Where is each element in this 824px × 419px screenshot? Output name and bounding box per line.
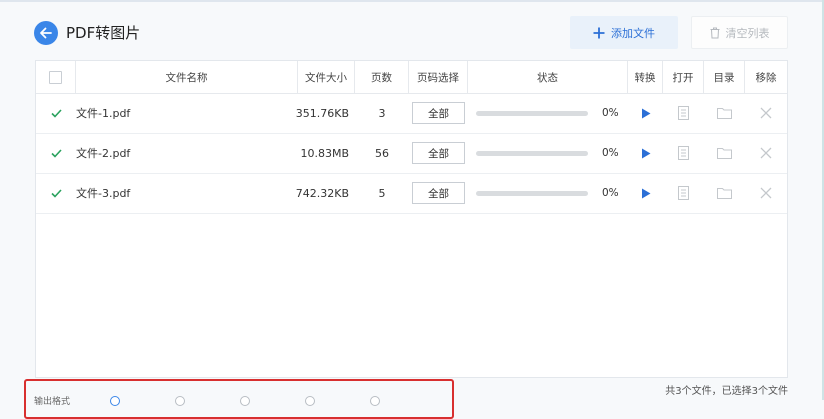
- table-row: 文件-3.pdf 742.32KB 5 全部 0%: [36, 173, 787, 214]
- trash-icon: [710, 27, 719, 38]
- progress-percent: 0%: [602, 187, 619, 199]
- play-icon[interactable]: [641, 188, 651, 199]
- checkmark-icon: [50, 108, 62, 118]
- format-radio-1[interactable]: [110, 396, 120, 406]
- progress-bar: [476, 150, 588, 156]
- progress-percent: 0%: [602, 107, 619, 119]
- table-header: 文件名称 文件大小 页数 页码选择 状态 转换 打开 目录 移除: [36, 61, 787, 94]
- row-checkbox[interactable]: [50, 108, 62, 119]
- format-radio-3[interactable]: [240, 396, 250, 406]
- close-icon[interactable]: [760, 187, 772, 199]
- folder-icon[interactable]: [717, 107, 732, 119]
- file-size: 742.32KB: [295, 186, 349, 200]
- row-checkbox[interactable]: [50, 188, 62, 199]
- col-size: 文件大小: [298, 61, 355, 93]
- table-row: 文件-1.pdf 351.76KB 3 全部 0%: [36, 93, 787, 134]
- col-open: 打开: [663, 61, 704, 93]
- folder-icon[interactable]: [717, 187, 732, 199]
- col-pages: 页数: [355, 61, 409, 93]
- document-icon[interactable]: [678, 146, 689, 160]
- output-format-highlight: [24, 379, 454, 419]
- clear-list-label: 清空列表: [725, 26, 770, 40]
- plus-icon: [593, 27, 605, 38]
- page-select-button[interactable]: 全部: [412, 102, 465, 124]
- clear-list-button[interactable]: 清空列表: [691, 16, 788, 49]
- file-name: 文件-1.pdf: [76, 107, 131, 120]
- select-all-checkbox[interactable]: [49, 70, 62, 84]
- format-radio-2[interactable]: [175, 396, 185, 406]
- arrow-left-icon: [40, 27, 52, 39]
- page-select-button[interactable]: 全部: [412, 182, 465, 204]
- col-remove: 移除: [755, 71, 777, 84]
- checkmark-icon: [50, 188, 62, 198]
- folder-icon[interactable]: [717, 147, 732, 159]
- page-title: PDF转图片: [66, 24, 141, 42]
- play-icon[interactable]: [641, 148, 651, 159]
- page-count: 3: [378, 106, 386, 120]
- page-count: 5: [378, 186, 386, 200]
- back-button[interactable]: [34, 21, 58, 45]
- col-name: 文件名称: [76, 61, 298, 93]
- file-size: 351.76KB: [295, 106, 349, 120]
- play-icon[interactable]: [641, 108, 651, 119]
- col-convert: 转换: [628, 61, 663, 93]
- format-radio-4[interactable]: [305, 396, 315, 406]
- col-page-select: 页码选择: [409, 61, 468, 93]
- select-all-cell: [36, 61, 76, 93]
- close-icon[interactable]: [760, 107, 772, 119]
- output-format-label: 输出格式: [34, 397, 71, 407]
- close-icon[interactable]: [760, 147, 772, 159]
- file-size: 10.83MB: [300, 146, 349, 160]
- table-row: 文件-2.pdf 10.83MB 56 全部 0%: [36, 133, 787, 174]
- add-file-label: 添加文件: [611, 26, 655, 40]
- document-icon[interactable]: [678, 106, 689, 120]
- file-name: 文件-2.pdf: [76, 147, 131, 160]
- file-count-status: 共3个文件，已选择3个文件: [665, 386, 788, 397]
- add-file-button[interactable]: 添加文件: [570, 16, 678, 49]
- top-border: [0, 0, 824, 2]
- file-table: 文件名称 文件大小 页数 页码选择 状态 转换 打开 目录 移除 文件-1.pd…: [35, 60, 788, 378]
- page-count: 56: [375, 146, 389, 160]
- file-name: 文件-3.pdf: [76, 187, 131, 200]
- checkmark-icon: [50, 148, 62, 158]
- col-dir: 目录: [704, 61, 745, 93]
- progress-bar: [476, 110, 588, 116]
- format-radio-5[interactable]: [370, 396, 380, 406]
- row-checkbox[interactable]: [50, 148, 62, 159]
- progress-bar: [476, 190, 588, 196]
- page-select-button[interactable]: 全部: [412, 142, 465, 164]
- progress-percent: 0%: [602, 147, 619, 159]
- document-icon[interactable]: [678, 186, 689, 200]
- col-status: 状态: [468, 61, 628, 93]
